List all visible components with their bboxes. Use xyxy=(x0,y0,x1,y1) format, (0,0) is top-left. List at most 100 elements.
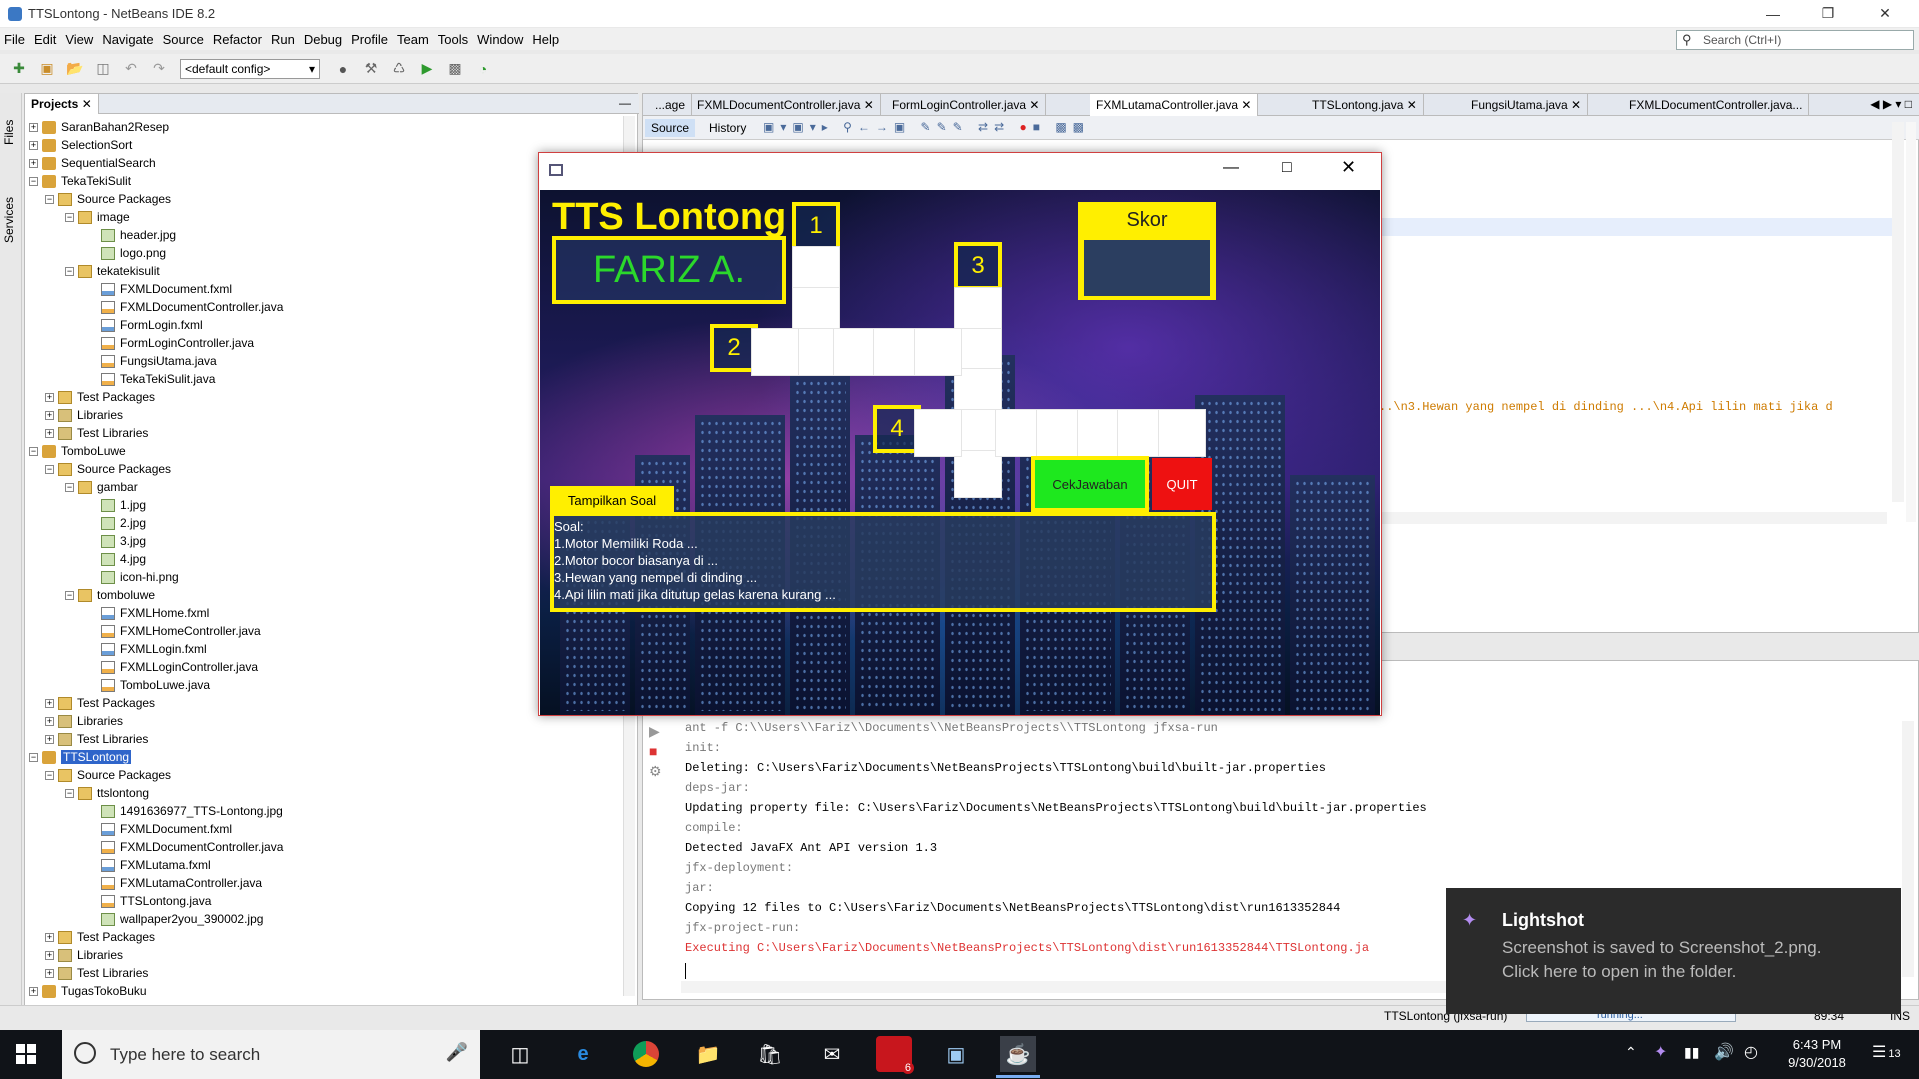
minimize-button[interactable]: — xyxy=(1750,0,1796,27)
tree-node[interactable]: − Source Packages xyxy=(45,460,171,478)
tree-node[interactable]: FXMLLoginController.java xyxy=(101,658,258,676)
menu-profile[interactable]: Profile xyxy=(351,32,388,47)
answer-cell-4[interactable] xyxy=(1158,409,1206,457)
wifi-icon[interactable]: ◴ xyxy=(1744,1042,1758,1062)
tree-node[interactable]: logo.png xyxy=(101,244,166,262)
clean-build-icon[interactable]: ♺ xyxy=(388,58,410,80)
tree-node-selected[interactable]: − TTSLontong xyxy=(29,748,132,766)
chrome-icon[interactable] xyxy=(628,1036,664,1072)
editor-tab[interactable]: TTSLontong.java ✕ xyxy=(1306,94,1424,116)
tree-node[interactable]: + SelectionSort xyxy=(29,136,132,154)
build-icon[interactable]: ⚒ xyxy=(360,58,382,80)
menu-team[interactable]: Team xyxy=(397,32,429,47)
wps-icon[interactable]: 6 xyxy=(876,1036,914,1074)
task-view-icon[interactable]: ◫ xyxy=(502,1036,538,1072)
edge-icon[interactable]: e xyxy=(565,1036,601,1072)
tree-node[interactable]: − image xyxy=(65,208,130,226)
editor-tab[interactable]: ...age xyxy=(649,94,693,116)
run-icon[interactable]: ▶ xyxy=(416,58,438,80)
tree-node[interactable]: 1.jpg xyxy=(101,496,146,514)
tree-node[interactable]: + Libraries xyxy=(45,406,123,424)
editor-tab[interactable]: FXMLDocumentController.java... xyxy=(1623,94,1810,116)
tree-node[interactable]: 3.jpg xyxy=(101,532,146,550)
tree-node[interactable]: wallpaper2you_390002.jpg xyxy=(101,910,263,928)
tree-node[interactable]: − TomboLuwe xyxy=(29,442,126,460)
tree-node[interactable]: − tomboluwe xyxy=(65,586,155,604)
quit-button[interactable]: QUIT xyxy=(1152,458,1212,510)
tree-node[interactable]: FungsiUtama.java xyxy=(101,352,217,370)
tree-node[interactable]: + Test Libraries xyxy=(45,424,148,442)
menu-tools[interactable]: Tools xyxy=(438,32,468,47)
tree-node[interactable]: − Source Packages xyxy=(45,190,171,208)
tree-node[interactable]: + Libraries xyxy=(45,946,123,964)
tree-node[interactable]: FXMLutama.fxml xyxy=(101,856,211,874)
tree-node[interactable]: − Source Packages xyxy=(45,766,171,784)
check-answer-button[interactable]: CekJawaban xyxy=(1035,460,1145,508)
scroll-tabs-icon[interactable]: ◀ ▶ ▾ □ xyxy=(1870,97,1912,111)
services-tab[interactable]: Services xyxy=(2,197,16,243)
tree-node[interactable]: − tekatekisulit xyxy=(65,262,160,280)
menu-window[interactable]: Window xyxy=(477,32,523,47)
file-explorer-icon[interactable]: 📁 xyxy=(690,1036,726,1072)
tree-node[interactable]: FormLogin.fxml xyxy=(101,316,203,334)
rerun-icon[interactable]: ▶ xyxy=(649,723,660,740)
java-app-icon[interactable]: ☕ xyxy=(1000,1036,1036,1072)
answer-cell-3[interactable] xyxy=(954,450,1002,498)
settings-icon[interactable]: ⚙ xyxy=(649,763,662,780)
menu-view[interactable]: View xyxy=(65,32,93,47)
open-project-icon[interactable]: 📂 xyxy=(64,58,86,80)
tree-node[interactable]: FXMLDocument.fxml xyxy=(101,280,232,298)
answer-cell-2[interactable] xyxy=(751,328,799,376)
restore-button[interactable]: ❐ xyxy=(1805,0,1851,27)
menu-debug[interactable]: Debug xyxy=(304,32,342,47)
tree-node[interactable]: + SequentialSearch xyxy=(29,154,156,172)
tree-node[interactable]: + Test Packages xyxy=(45,388,155,406)
tree-node[interactable]: + Test Libraries xyxy=(45,730,148,748)
tree-node[interactable]: FXMLDocumentController.java xyxy=(101,838,283,856)
cube-app-icon[interactable]: ▣ xyxy=(938,1036,974,1072)
tree-node[interactable]: FXMLHomeController.java xyxy=(101,622,261,640)
menu-source[interactable]: Source xyxy=(163,32,204,47)
tree-node[interactable]: + Test Packages xyxy=(45,694,155,712)
action-center-icon[interactable]: ☰ 13 xyxy=(1872,1042,1901,1062)
tree-node[interactable]: icon-hi.png xyxy=(101,568,179,586)
tree-node[interactable]: 4.jpg xyxy=(101,550,146,568)
tree-node[interactable]: + Test Libraries xyxy=(45,964,148,982)
minimize-panel-icon[interactable]: — xyxy=(619,96,631,110)
globe-icon[interactable]: ● xyxy=(332,58,354,80)
new-project-icon[interactable]: ▣ xyxy=(36,58,58,80)
editor-vscrollbar[interactable] xyxy=(1892,122,1904,502)
tree-node[interactable]: FXMLHome.fxml xyxy=(101,604,209,622)
new-file-icon[interactable]: ✚ xyxy=(8,58,30,80)
editor-tab[interactable]: FungsiUtama.java ✕ xyxy=(1465,94,1589,116)
profile-icon[interactable]: ◔ xyxy=(472,58,494,80)
volume-icon[interactable]: 🔊 xyxy=(1714,1042,1734,1062)
battery-icon[interactable]: ▮▮ xyxy=(1684,1044,1699,1061)
tree-node[interactable]: TekaTekiSulit.java xyxy=(101,370,215,388)
tree-node[interactable]: FormLoginController.java xyxy=(101,334,254,352)
app-close-button[interactable]: ✕ xyxy=(1341,157,1356,178)
taskbar-search-input[interactable]: Type here to search 🎤 xyxy=(62,1030,480,1079)
answer-cell-4[interactable] xyxy=(914,409,962,457)
lightshot-notification[interactable]: ✦ Lightshot Screenshot is saved to Scree… xyxy=(1446,888,1901,1014)
clock[interactable]: 6:43 PM 9/30/2018 xyxy=(1782,1036,1852,1072)
tree-node[interactable]: FXMLDocument.fxml xyxy=(101,820,232,838)
tree-node[interactable]: FXMLDocumentController.java xyxy=(101,298,283,316)
menu-run[interactable]: Run xyxy=(271,32,295,47)
tree-node[interactable]: − gambar xyxy=(65,478,138,496)
tab-projects[interactable]: Projects ✕ xyxy=(25,94,99,114)
tree-node[interactable]: + TugasTokoBuku xyxy=(29,982,147,1000)
tree-node[interactable]: − TekaTekiSulit xyxy=(29,172,131,190)
tree-node[interactable]: 1491636977_TTS-Lontong.jpg xyxy=(101,802,283,820)
tree-node[interactable]: 2.jpg xyxy=(101,514,146,532)
microphone-icon[interactable]: 🎤 xyxy=(446,1042,468,1063)
tree-node[interactable]: FXMLLogin.fxml xyxy=(101,640,207,658)
store-icon[interactable]: 🛍 xyxy=(752,1036,788,1072)
mail-icon[interactable]: ✉ xyxy=(814,1036,850,1072)
tree-node[interactable]: + Test Packages xyxy=(45,928,155,946)
menu-file[interactable]: File xyxy=(4,32,25,47)
tree-node[interactable]: header.jpg xyxy=(101,226,176,244)
tree-node[interactable]: TomboLuwe.java xyxy=(101,676,210,694)
history-button[interactable]: History xyxy=(703,119,752,137)
debug-icon[interactable]: ▩ xyxy=(444,58,466,80)
